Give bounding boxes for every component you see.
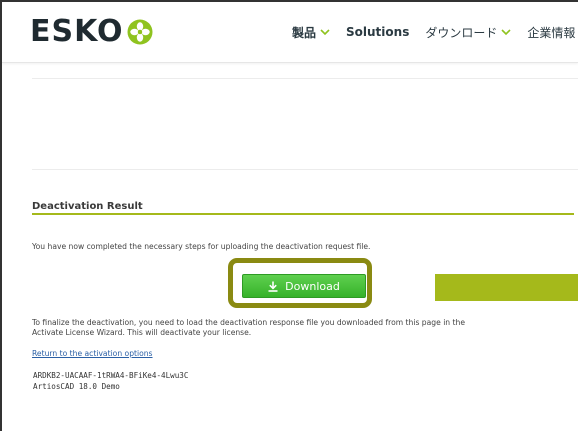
nav-label: 製品	[292, 25, 317, 40]
download-label: Download	[285, 279, 340, 293]
main-nav: 製品 Solutions ダウンロード 企業情報	[292, 22, 578, 42]
accent-block	[435, 274, 578, 301]
nav-item-downloads[interactable]: ダウンロード	[425, 24, 511, 41]
nav-item-company[interactable]: 企業情報	[527, 24, 575, 41]
return-link[interactable]: Return to the activation options	[32, 349, 153, 358]
chevron-down-icon	[501, 29, 511, 36]
download-button[interactable]: Download	[242, 274, 366, 298]
nav-label: Solutions	[346, 25, 410, 39]
intro-text: You have now completed the necessary ste…	[32, 242, 371, 251]
nav-label: 企業情報	[527, 25, 576, 40]
license-code: ARDKB2-UACAAF-1tRWA4-BFiKe4-4Lwu3C	[33, 371, 189, 380]
divider	[32, 78, 578, 79]
product-name: ArtiosCAD 18.0 Demo	[33, 382, 120, 391]
finalize-text-line2: Activate License Wizard. This will deact…	[32, 328, 252, 337]
section-rule	[32, 213, 574, 215]
esko-flower-icon	[127, 19, 153, 45]
site-header: ESKO 製品 Solutions ダウンロード 企業情報	[2, 2, 578, 63]
nav-item-solutions[interactable]: Solutions	[346, 25, 409, 39]
nav-item-products[interactable]: 製品	[292, 24, 330, 41]
browser-viewport: ESKO 製品 Solutions ダウンロード 企業情報 Deactivati…	[0, 0, 578, 431]
finalize-text-line1: To finalize the deactivation, you need t…	[32, 318, 465, 327]
section-title: Deactivation Result	[32, 201, 143, 212]
logo-text: ESKO	[30, 14, 124, 49]
nav-label: ダウンロード	[425, 25, 498, 40]
download-icon	[268, 281, 278, 292]
chevron-down-icon	[320, 29, 330, 36]
divider	[32, 169, 578, 170]
esko-logo[interactable]: ESKO	[30, 16, 153, 48]
